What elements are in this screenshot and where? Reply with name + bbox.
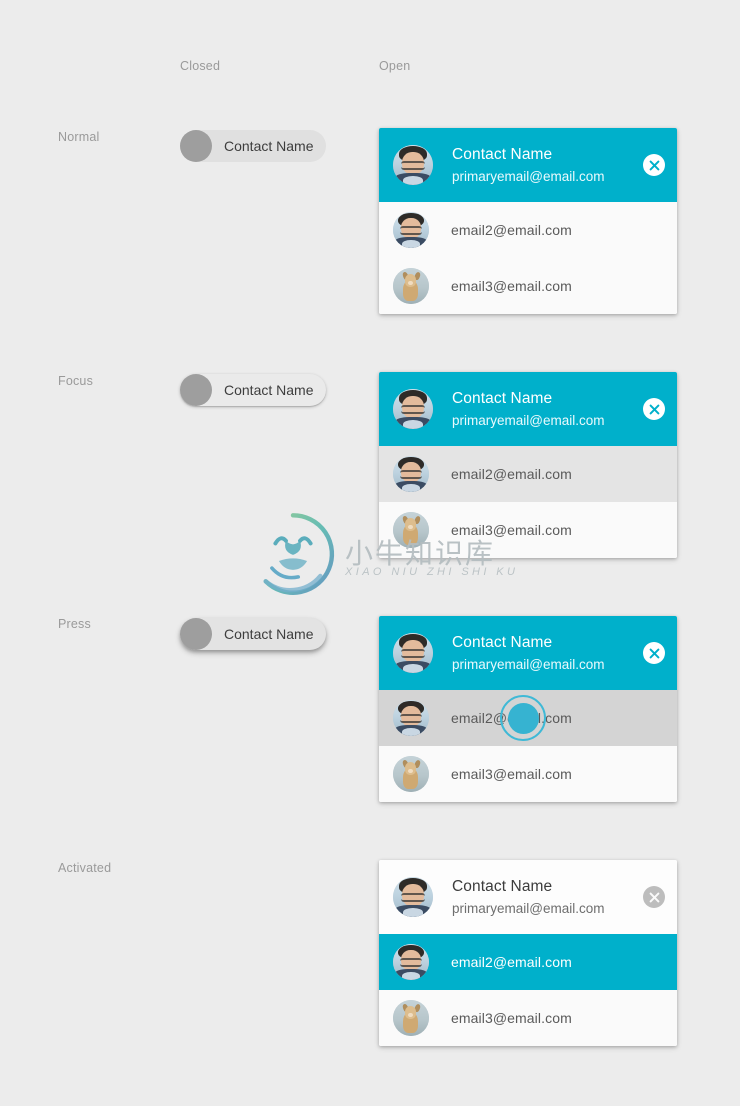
contact-email-label: email2@email.com bbox=[451, 954, 572, 970]
contact-email-row[interactable]: email2@email.com bbox=[379, 690, 677, 746]
close-icon[interactable] bbox=[643, 154, 665, 176]
contact-email-row[interactable]: email3@email.com bbox=[379, 258, 677, 314]
contact-email-row[interactable]: email2@email.com bbox=[379, 446, 677, 502]
contact-chip-normal[interactable]: Contact Name bbox=[180, 130, 327, 162]
contact-card-press: Contact Name primaryemail@email.com emai… bbox=[379, 616, 677, 802]
contact-email-row[interactable]: email3@email.com bbox=[379, 990, 677, 1046]
avatar-man-glasses-icon bbox=[393, 944, 429, 980]
avatar-man-glasses-icon bbox=[393, 212, 429, 248]
contact-chip-label: Contact Name bbox=[224, 382, 314, 398]
contact-chip-press[interactable]: Contact Name bbox=[180, 618, 327, 650]
avatar-man-glasses-icon bbox=[393, 700, 429, 736]
contact-card-focus: Contact Name primaryemail@email.com emai… bbox=[379, 372, 677, 558]
contact-primary-email: primaryemail@email.com bbox=[452, 412, 605, 428]
watermark-pinyin-text: XIAO NIU ZHI SHI KU bbox=[345, 566, 519, 578]
avatar-man-glasses-icon bbox=[393, 456, 429, 492]
contact-name: Contact Name bbox=[452, 145, 553, 163]
contact-chip-label: Contact Name bbox=[224, 626, 314, 642]
contact-email-label: email2@email.com bbox=[451, 466, 572, 482]
state-label-focus: Focus bbox=[58, 374, 94, 388]
contact-email-label: email2@email.com bbox=[451, 710, 572, 726]
contact-email-label: email3@email.com bbox=[451, 766, 572, 782]
contact-name: Contact Name bbox=[452, 877, 553, 895]
close-icon[interactable] bbox=[643, 642, 665, 664]
column-header-open: Open bbox=[379, 59, 411, 73]
contact-email-row[interactable]: email3@email.com bbox=[379, 502, 677, 558]
contact-email-label: email3@email.com bbox=[451, 522, 572, 538]
close-icon[interactable] bbox=[643, 886, 665, 908]
avatar-dog-icon bbox=[393, 268, 429, 304]
avatar-man-glasses-icon bbox=[393, 877, 433, 917]
contact-card-normal: Contact Name primaryemail@email.com emai… bbox=[379, 128, 677, 314]
avatar-placeholder-icon bbox=[180, 374, 212, 406]
contact-primary-email: primaryemail@email.com bbox=[452, 656, 605, 672]
contact-card-activated: Contact Name primaryemail@email.com emai… bbox=[379, 860, 677, 1046]
contact-primary-email: primaryemail@email.com bbox=[452, 168, 605, 184]
contact-card-header[interactable]: Contact Name primaryemail@email.com bbox=[379, 128, 677, 202]
state-label-activated: Activated bbox=[58, 861, 112, 875]
contact-card-header[interactable]: Contact Name primaryemail@email.com bbox=[379, 372, 677, 446]
avatar-dog-icon bbox=[393, 1000, 429, 1036]
bull-circle-logo-icon bbox=[263, 513, 335, 595]
contact-name: Contact Name bbox=[452, 389, 553, 407]
contact-primary-email: primaryemail@email.com bbox=[452, 900, 605, 916]
contact-email-label: email2@email.com bbox=[451, 222, 572, 238]
contact-chip-focus[interactable]: Contact Name bbox=[180, 374, 327, 406]
contact-email-row[interactable]: email2@email.com bbox=[379, 202, 677, 258]
contact-name: Contact Name bbox=[452, 633, 553, 651]
state-label-normal: Normal bbox=[58, 130, 100, 144]
contact-email-row[interactable]: email2@email.com bbox=[379, 934, 677, 990]
contact-chip-label: Contact Name bbox=[224, 138, 314, 154]
avatar-dog-icon bbox=[393, 756, 429, 792]
canvas: Closed Open Normal Focus Press Activated… bbox=[0, 0, 740, 1106]
avatar-man-glasses-icon bbox=[393, 389, 433, 429]
contact-email-label: email3@email.com bbox=[451, 278, 572, 294]
contact-email-label: email3@email.com bbox=[451, 1010, 572, 1026]
avatar-man-glasses-icon bbox=[393, 145, 433, 185]
avatar-placeholder-icon bbox=[180, 618, 212, 650]
contact-card-header[interactable]: Contact Name primaryemail@email.com bbox=[379, 616, 677, 690]
close-icon[interactable] bbox=[643, 398, 665, 420]
avatar-placeholder-icon bbox=[180, 130, 212, 162]
avatar-dog-icon bbox=[393, 512, 429, 548]
contact-card-header[interactable]: Contact Name primaryemail@email.com bbox=[379, 860, 677, 934]
avatar-man-glasses-icon bbox=[393, 633, 433, 673]
state-label-press: Press bbox=[58, 617, 91, 631]
contact-email-row[interactable]: email3@email.com bbox=[379, 746, 677, 802]
column-header-closed: Closed bbox=[180, 59, 221, 73]
